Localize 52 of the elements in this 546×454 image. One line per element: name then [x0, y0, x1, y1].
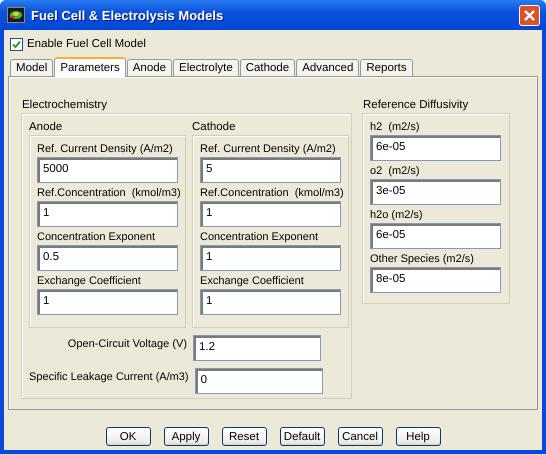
field-label: Exchange Coefficient — [200, 274, 305, 289]
tab[interactable]: Reports — [360, 59, 413, 76]
field-label: o2 (m2/s) — [370, 164, 421, 179]
input-field[interactable]: 1 — [200, 289, 341, 315]
input-field[interactable]: 8e-05 — [370, 267, 501, 293]
tab[interactable]: Parameters — [54, 57, 126, 77]
app-icon — [7, 7, 25, 23]
field-label: Ref.Concentration (kmol/m3) — [37, 186, 182, 201]
input-field[interactable]: 1 — [37, 201, 178, 227]
checkmark-icon — [12, 40, 21, 48]
input-field[interactable]: 0 — [194, 368, 323, 394]
checkbox-label: Enable Fuel Cell Model — [27, 38, 146, 50]
field-label: Ref. Current Density (A/m2) — [37, 142, 174, 157]
input-field[interactable]: 3e-05 — [370, 179, 501, 205]
input-field[interactable]: 6e-05 — [370, 135, 501, 161]
dialog-button[interactable]: Reset — [222, 427, 266, 446]
field-label: Concentration Exponent — [200, 230, 320, 245]
close-button[interactable] — [519, 4, 540, 26]
input-field[interactable]: 5 — [200, 157, 341, 183]
dialog-button[interactable]: Default — [280, 427, 324, 446]
field-label: Other Species (m2/s) — [370, 252, 475, 267]
window-title: Fuel Cell & Electrolysis Models — [31, 8, 224, 22]
dialog-button[interactable]: Cancel — [338, 427, 382, 446]
tab[interactable]: Electrolyte — [173, 59, 239, 76]
tab[interactable]: Advanced — [296, 59, 360, 76]
input-field[interactable]: 1.2 — [193, 335, 321, 361]
dialog-button[interactable]: Help — [396, 427, 440, 446]
tab[interactable]: Model — [10, 59, 54, 76]
input-field[interactable]: 6e-05 — [370, 223, 501, 249]
field-label: Ref.Concentration (kmol/m3) — [200, 186, 345, 201]
dialog-button[interactable]: OK — [106, 427, 150, 446]
field-label: h2 (m2/s) — [370, 120, 421, 135]
input-field[interactable]: 1 — [37, 289, 178, 315]
group-title: Cathode — [192, 121, 236, 135]
checkbox[interactable] — [10, 38, 23, 50]
input-field[interactable]: 5000 — [37, 157, 178, 183]
input-field[interactable]: 0.5 — [37, 245, 178, 271]
group-title: Reference Diffusivity — [362, 99, 470, 113]
field-label: Concentration Exponent — [37, 230, 156, 245]
field-label: Open-Circuit Voltage (V) — [66, 337, 187, 351]
field-label: Exchange Coefficient — [37, 274, 142, 289]
group-title: Anode — [29, 121, 64, 135]
group-title: Electrochemistry — [21, 99, 108, 113]
input-field[interactable]: 1 — [200, 201, 341, 227]
close-icon — [523, 8, 536, 22]
field-label: Specific Leakage Current (A/m3) — [29, 370, 189, 384]
tab[interactable]: Anode — [126, 59, 172, 76]
field-label: h2o (m2/s) — [370, 208, 424, 223]
input-field[interactable]: 1 — [200, 245, 341, 271]
field-label: Ref. Current Density (A/m2) — [200, 142, 337, 157]
dialog-button[interactable]: Apply — [164, 427, 208, 446]
tab[interactable]: Cathode — [240, 59, 296, 76]
